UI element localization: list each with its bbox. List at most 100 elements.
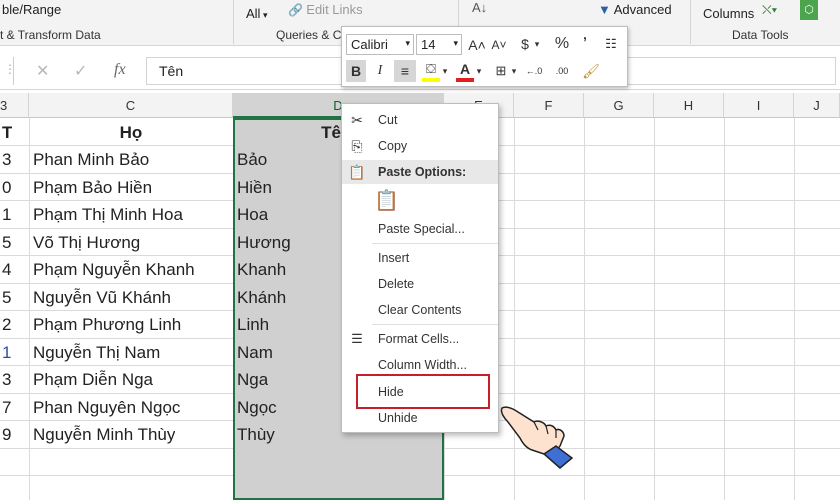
refresh-all-button[interactable]: All ▾ — [246, 6, 267, 21]
cell-stt[interactable]: 1 — [2, 339, 11, 366]
menu-item-format-cells[interactable]: ☰ Format Cells... — [342, 327, 498, 351]
chevron-down-icon[interactable]: ▾ — [441, 60, 449, 82]
group-label-queries: Queries & C — [276, 28, 342, 42]
italic-button[interactable]: I — [370, 60, 390, 82]
comma-style-button[interactable]: ʼ — [578, 31, 592, 53]
shrink-font-button[interactable]: A˅ — [490, 34, 508, 56]
grid-line — [794, 118, 795, 500]
enter-icon[interactable]: ✓ — [74, 61, 87, 81]
cell-stt[interactable]: 5 — [2, 229, 11, 256]
hide-highlight-box — [356, 374, 490, 409]
cell-stt[interactable]: 4 — [2, 256, 11, 283]
menu-item-unhide[interactable]: Unhide — [342, 406, 498, 430]
format-table-icon[interactable]: ☷ — [600, 33, 622, 55]
cell-ho[interactable]: Nguyễn Minh Thùy — [33, 421, 175, 448]
remove-duplicates-icon[interactable]: ⛌▾ — [762, 2, 777, 18]
borders-icon[interactable]: ⊞ — [492, 60, 510, 82]
paste-clipboard-icon[interactable]: 📋 — [374, 188, 400, 216]
cell-ten[interactable]: Ngọc — [237, 394, 277, 421]
cell-ten[interactable]: Khanh — [237, 256, 286, 283]
cell-header-ho[interactable]: Họ — [33, 119, 229, 146]
formula-buttons: ✕ ✓ fx — [26, 57, 142, 85]
insert-function-icon[interactable]: fx — [114, 61, 126, 79]
cell-ho[interactable]: Phan Nguyên Ngọc — [33, 394, 180, 421]
advanced-filter-icon: ▼ — [598, 2, 614, 17]
cell-stt[interactable]: 0 — [2, 174, 11, 201]
data-validation-icon[interactable]: ⬡ — [800, 0, 818, 20]
menu-label-delete: Delete — [378, 277, 415, 291]
cell-stt[interactable]: 5 — [2, 284, 11, 311]
menu-item-insert[interactable]: Insert — [342, 246, 498, 270]
menu-label-unhide: Unhide — [378, 411, 418, 425]
grow-font-button[interactable]: A˄ — [468, 34, 486, 56]
column-header-g[interactable]: G — [584, 93, 654, 118]
percent-button[interactable]: % — [554, 33, 570, 55]
cell-stt[interactable]: 3 — [2, 366, 11, 393]
grid-line — [654, 118, 655, 500]
menu-item-paste-special[interactable]: Paste Special... — [342, 217, 498, 241]
cell-ten[interactable]: Hoa — [237, 201, 268, 228]
menu-item-delete[interactable]: Delete — [342, 272, 498, 296]
grid-line — [29, 118, 30, 500]
menu-label-paste-options: Paste Options: — [378, 165, 467, 179]
align-center-icon[interactable]: ≡ — [394, 60, 416, 82]
cell-ten[interactable]: Khánh — [237, 284, 286, 311]
column-header-b[interactable]: 3 — [0, 93, 29, 118]
column-header-h[interactable]: H — [654, 93, 724, 118]
cell-ten[interactable]: Thùy — [237, 421, 275, 448]
from-table-range-button[interactable]: ble/Range — [2, 2, 61, 17]
menu-label-paste-special: Paste Special... — [378, 222, 465, 236]
cell-ho[interactable]: Phạm Phương Linh — [33, 311, 181, 338]
cell-ho[interactable]: Võ Thị Hương — [33, 229, 140, 256]
menu-label-cut: Cut — [378, 113, 398, 127]
cell-stt[interactable]: 9 — [2, 421, 11, 448]
text-to-columns-button[interactable]: Columns — [703, 6, 754, 21]
name-box[interactable]: ⋮ — [0, 57, 16, 85]
chevron-down-icon[interactable]: ▾ — [532, 33, 542, 55]
advanced-filter-button[interactable]: ▼ Advanced — [598, 2, 672, 17]
cell-ho[interactable]: Phạm Thị Minh Hoa — [33, 201, 183, 228]
ribbon-divider — [233, 0, 234, 44]
column-header-c[interactable]: C — [29, 93, 233, 118]
cell-header-stt[interactable]: T — [2, 119, 12, 146]
menu-item-cut[interactable]: ✂ Cut — [342, 108, 498, 132]
decrease-decimal-button[interactable]: .00 — [550, 60, 574, 82]
group-label-get-transform: t & Transform Data — [0, 28, 101, 42]
cell-ten[interactable]: Nam — [237, 339, 273, 366]
fill-color-icon[interactable]: ⛋ — [422, 58, 440, 80]
currency-button[interactable]: $ — [518, 33, 532, 55]
cell-stt[interactable]: 7 — [2, 394, 11, 421]
column-header-i[interactable]: I — [724, 93, 794, 118]
edit-links-label: Edit Links — [306, 2, 363, 17]
cancel-icon[interactable]: ✕ — [36, 61, 49, 81]
column-header-j[interactable]: J — [794, 93, 840, 118]
cell-ho[interactable]: Phạm Bảo Hiền — [33, 174, 152, 201]
cell-stt[interactable]: 2 — [2, 311, 11, 338]
cell-ten[interactable]: Hương — [237, 229, 291, 256]
format-painter-icon[interactable]: 🖌 — [582, 60, 600, 82]
font-color-button[interactable]: A — [456, 58, 474, 80]
edit-links-button[interactable]: 🔗 Edit Links — [288, 2, 363, 17]
cell-ten[interactable]: Hiền — [237, 174, 272, 201]
menu-separator — [372, 324, 498, 325]
menu-item-clear-contents[interactable]: Clear Contents — [342, 298, 498, 322]
cell-ho[interactable]: Phạm Nguyễn Khanh — [33, 256, 195, 283]
cell-ho[interactable]: Nguyễn Vũ Khánh — [33, 284, 171, 311]
cell-stt[interactable]: 3 — [2, 146, 11, 173]
cell-ho[interactable]: Nguyễn Thị Nam — [33, 339, 160, 366]
cell-stt[interactable]: 1 — [2, 201, 11, 228]
cell-ten[interactable]: Bảo — [237, 146, 267, 173]
sort-az-icon[interactable]: A↓ — [472, 0, 487, 15]
cell-ho[interactable]: Phạm Diễn Nga — [33, 366, 153, 393]
font-size-box[interactable]: 14 ▾ — [416, 34, 462, 55]
menu-item-copy[interactable]: ⎘ Copy — [342, 134, 498, 158]
column-header-f[interactable]: F — [514, 93, 584, 118]
chevron-down-icon[interactable]: ▾ — [475, 60, 483, 82]
cell-ten[interactable]: Linh — [237, 311, 269, 338]
chevron-down-icon[interactable]: ▾ — [510, 60, 518, 82]
cell-ho[interactable]: Phan Minh Bảo — [33, 146, 149, 173]
bold-button[interactable]: B — [346, 60, 366, 82]
increase-decimal-button[interactable]: ←.0 — [522, 60, 546, 82]
cell-ten[interactable]: Nga — [237, 366, 268, 393]
font-name-box[interactable]: Calibri ▾ — [346, 34, 414, 55]
